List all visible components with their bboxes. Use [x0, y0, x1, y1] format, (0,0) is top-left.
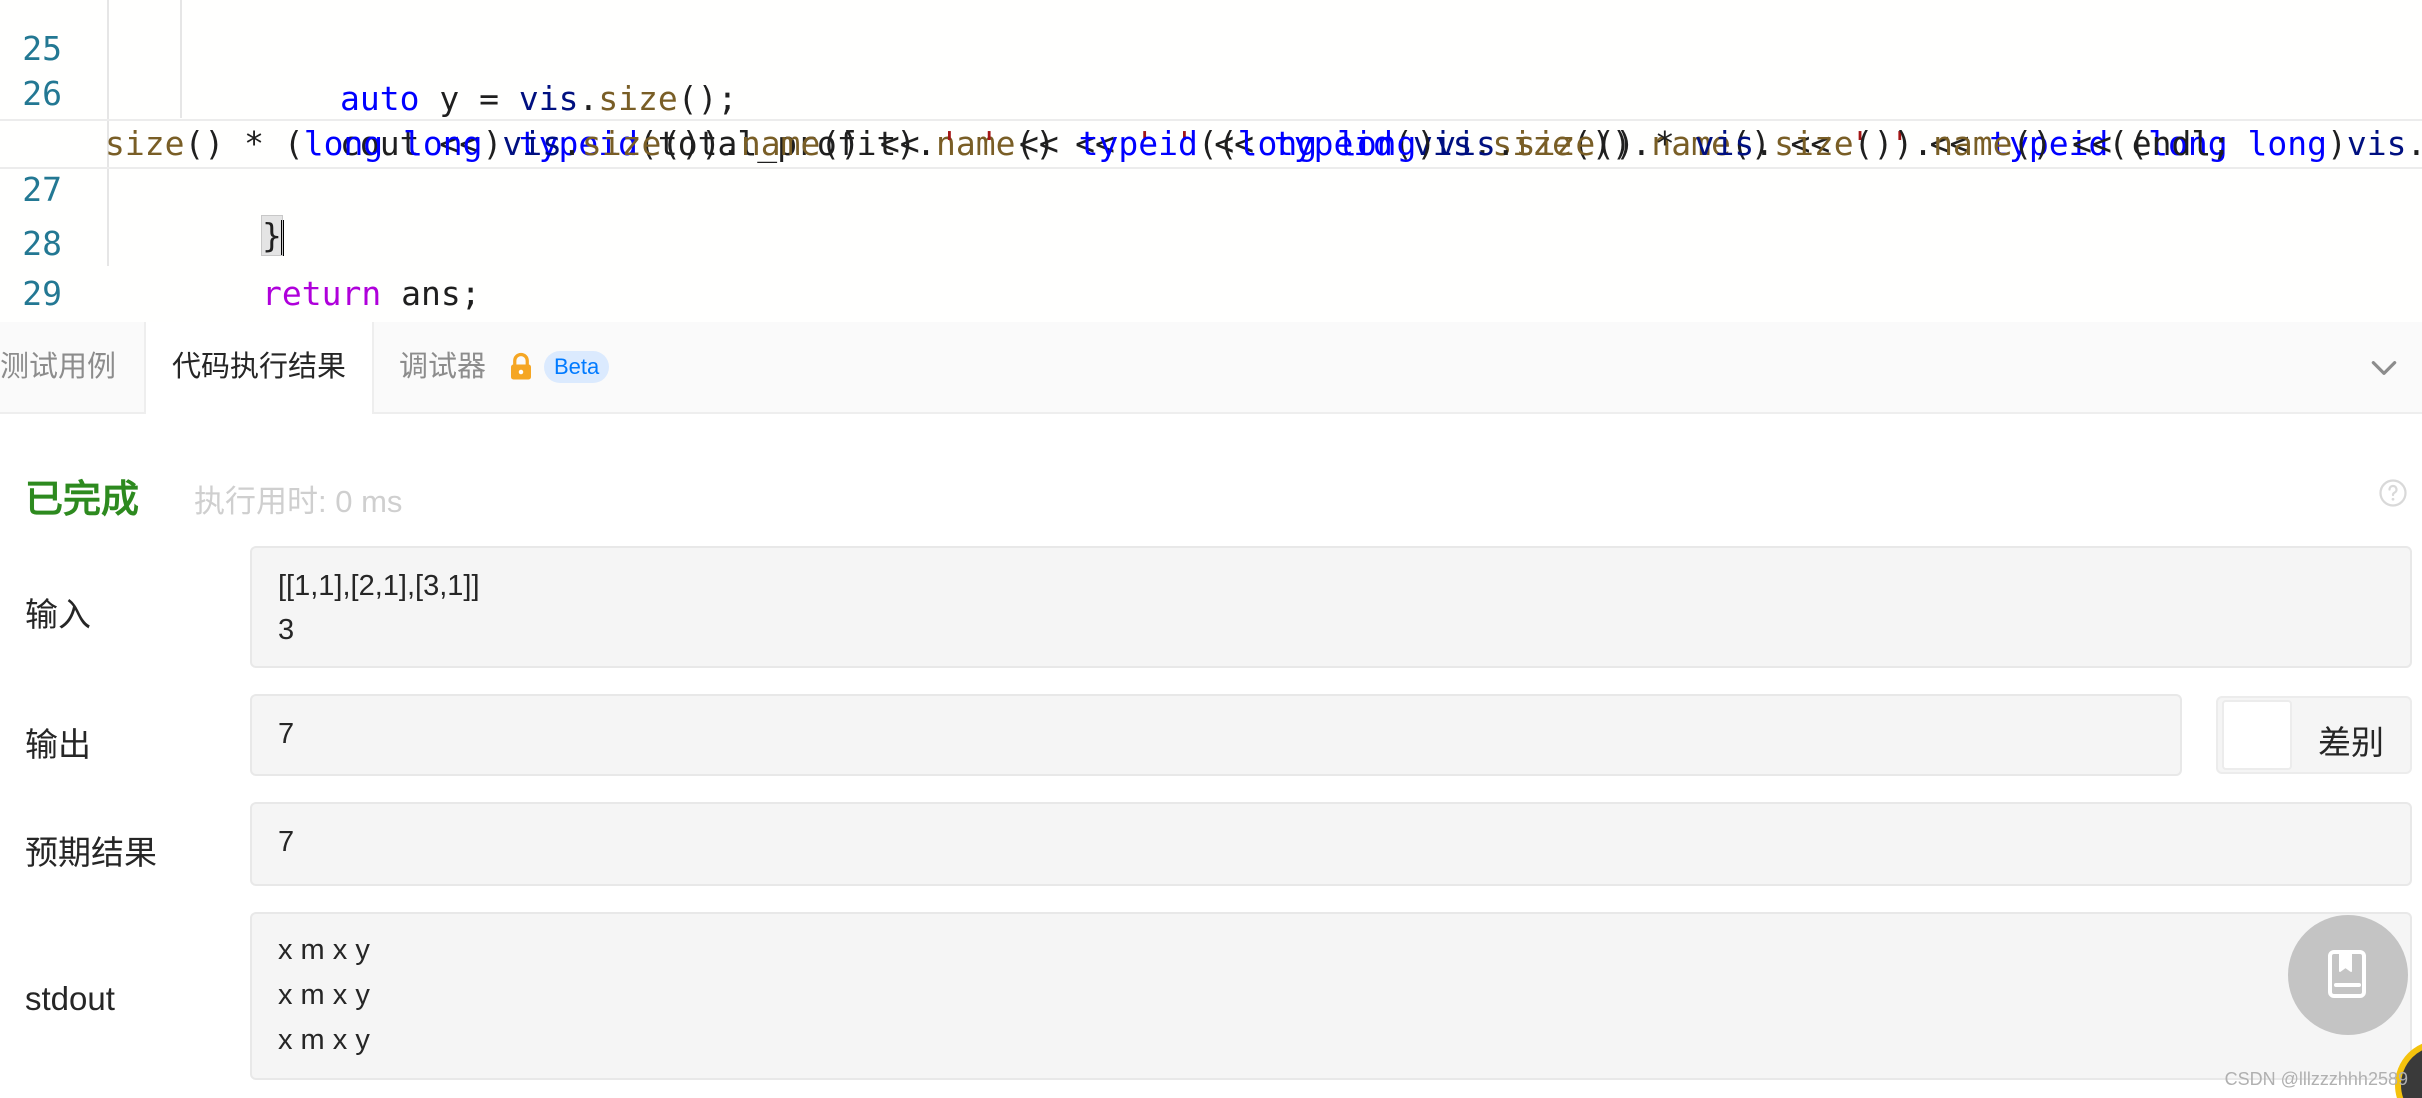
- code-line-29: 29 }: [0, 219, 2422, 313]
- code-line-30: 30 };: [0, 269, 2422, 319]
- stdout-line: x m x y: [278, 1024, 370, 1056]
- stdout-label: stdout: [25, 980, 115, 1017]
- help-icon[interactable]: [2378, 478, 2408, 508]
- watermark: CSDN @lllzzzhhh2589: [2224, 1069, 2408, 1089]
- input-line: 3: [278, 614, 295, 646]
- chevron-down-icon[interactable]: [2368, 352, 2400, 384]
- input-line: [[1,1],[2,1],[3,1]]: [278, 570, 480, 602]
- code-line-26: 26 cout << typeid(total_profit).name() <…: [0, 19, 2422, 163]
- beta-badge: Beta: [544, 351, 610, 383]
- input-label: 输入: [25, 596, 91, 633]
- diff-label: 差别: [2318, 724, 2384, 761]
- book-icon: [2328, 950, 2366, 998]
- expected-box: 7: [250, 802, 2412, 886]
- stdout-line: x m x y: [278, 934, 370, 966]
- diff-toggle[interactable]: 差别: [2216, 696, 2412, 774]
- input-box: [[1,1],[2,1],[3,1]] 3: [250, 546, 2412, 668]
- code-line-26-wrap: size() * (long long)vis.size()).name() <…: [0, 69, 2422, 163]
- lock-icon: [511, 352, 531, 380]
- output-label: 输出: [25, 726, 91, 763]
- stdout-box: x m x y x m x y x m x y: [250, 912, 2412, 1080]
- output-value: 7: [278, 718, 295, 750]
- code-line-27: 27 }: [0, 119, 2422, 256]
- console-tab-bar: 测试用例 代码执行结果 调试器 Beta: [0, 322, 2422, 414]
- exec-time: 执行用时: 0 ms: [194, 484, 403, 519]
- tab-run-result[interactable]: 代码执行结果: [144, 322, 374, 414]
- tab-test-cases[interactable]: 测试用例: [0, 322, 140, 412]
- run-status: 已完成: [25, 479, 140, 521]
- output-box: 7: [250, 694, 2182, 776]
- tab-debugger[interactable]: 调试器: [399, 322, 499, 412]
- stdout-line: x m x y: [278, 979, 370, 1011]
- code-editor[interactable]: 25 auto y = vis.size(); 26 cout << typei…: [0, 0, 2422, 322]
- expected-value: 7: [278, 826, 295, 858]
- code-line-28: 28 return ans;: [0, 169, 2422, 313]
- expected-label: 预期结果: [25, 834, 157, 871]
- notes-button[interactable]: [2288, 915, 2408, 1035]
- leetcode-editor-page: 25 auto y = vis.size(); 26 cout << typei…: [0, 0, 2422, 1098]
- diff-checkbox[interactable]: [2222, 700, 2292, 770]
